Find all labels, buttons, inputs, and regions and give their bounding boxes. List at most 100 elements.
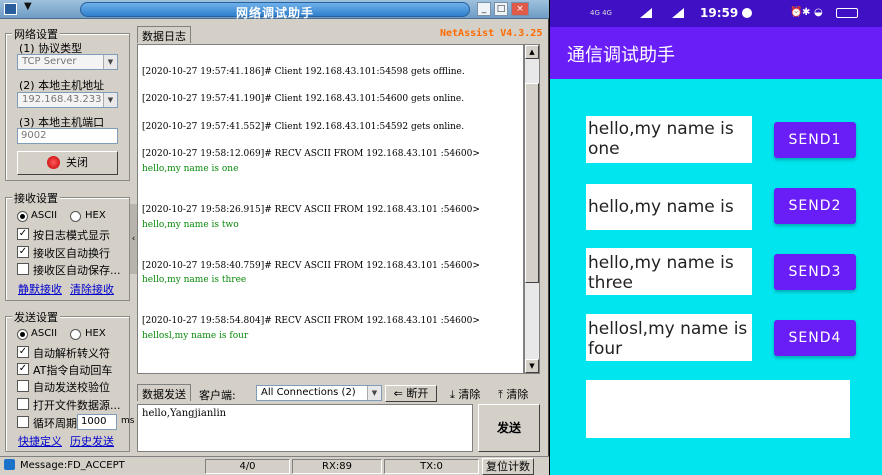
close-window-icon[interactable]: × <box>511 2 529 16</box>
recv-autosave-label: 接收区自动保存... <box>33 264 121 277</box>
recv-ascii-label: ASCII <box>31 210 58 221</box>
send-button[interactable]: 发送 <box>478 404 540 452</box>
title-bar[interactable]: ▼ 网络调试助手 _ □ × <box>0 0 549 20</box>
bluetooth-icon: ✱ <box>802 7 811 18</box>
port-input[interactable]: 9002 <box>17 128 118 144</box>
host-select[interactable]: 192.168.43.233 ▼ <box>17 92 118 108</box>
panel-collapse-handle[interactable]: ‹ <box>130 204 137 274</box>
chevron-down-icon[interactable]: ▼ <box>367 386 381 400</box>
cycle-period-input[interactable]: 1000 <box>77 414 117 430</box>
scroll-down-icon[interactable]: ▼ <box>525 359 539 373</box>
recv-wrap-label: 接收区自动换行 <box>33 247 110 260</box>
log-line: [2020-10-27 19:58:54.804]# RECV ASCII FR… <box>142 316 480 326</box>
recv-autosave-checkbox[interactable] <box>17 263 29 275</box>
clear-send-button[interactable]: ⤓ 清除 <box>450 386 480 402</box>
file-source-checkbox[interactable] <box>17 398 29 410</box>
battery-icon <box>836 8 858 18</box>
client-select[interactable]: All Connections (2) ▼ <box>256 385 382 401</box>
minimize-icon[interactable]: _ <box>477 2 491 16</box>
arrow-down-icon: ⤓ <box>450 388 455 401</box>
log-line: [2020-10-27 19:57:41.552]# Client 192.16… <box>142 122 465 132</box>
status-rx: RX:89 <box>292 459 382 474</box>
send3-button[interactable]: SEND3 <box>774 254 856 290</box>
mute-receive-link[interactable]: 静默接收 <box>18 281 62 297</box>
send2-button[interactable]: SEND2 <box>774 188 856 224</box>
clear-history-label: 清除 <box>506 388 529 401</box>
host-value: 192.168.43.233 <box>22 94 102 105</box>
log-line: [2020-10-27 19:58:26.915]# RECV ASCII FR… <box>142 205 480 215</box>
status-icon <box>4 459 15 470</box>
file-source-label: 打开文件数据源... <box>33 399 121 412</box>
status-bar: Message:FD_ACCEPT 4/0 RX:89 TX:0 复位计数 <box>0 456 549 475</box>
scroll-up-icon[interactable]: ▲ <box>525 45 539 59</box>
status-count: 4/0 <box>205 459 290 474</box>
tab-data-send[interactable]: 数据发送 <box>137 384 191 401</box>
escape-label: 自动解析转义符 <box>33 347 110 360</box>
send1-button[interactable]: SEND1 <box>774 122 856 158</box>
app-icon[interactable] <box>4 3 17 15</box>
recv-ascii-radio[interactable] <box>17 211 28 222</box>
tab-data-log[interactable]: 数据日志 <box>137 26 191 43</box>
red-indicator-icon <box>47 156 60 169</box>
signal-icon <box>672 8 684 18</box>
window-title: 网络调试助手 <box>235 6 314 20</box>
recv-log-mode-checkbox[interactable]: ✓ <box>17 228 29 240</box>
cycle-checkbox[interactable] <box>17 416 29 428</box>
brand-label: NetAssist V4.3.25 <box>440 28 543 39</box>
receive-settings-label: 接收设置 <box>12 190 60 206</box>
reset-count-button[interactable]: 复位计数 <box>482 458 534 475</box>
client-label: 客户端: <box>199 389 236 402</box>
data-log-area[interactable]: [2020-10-27 19:57:41.186]# Client 192.16… <box>137 44 524 374</box>
maximize-icon[interactable]: □ <box>494 2 508 16</box>
send4-button[interactable]: SEND4 <box>774 320 856 356</box>
phone-input-field[interactable] <box>586 380 850 438</box>
arrow-up-icon: ⤒ <box>498 388 503 401</box>
chevron-down-icon[interactable]: ▼ <box>103 93 117 107</box>
app-title: 通信调试助手 <box>567 45 675 66</box>
log-line: [2020-10-27 19:57:41.186]# Client 192.16… <box>142 67 465 77</box>
wifi-icon: ◒ <box>814 7 823 18</box>
recv-hex-radio[interactable] <box>70 211 81 222</box>
disconnect-button[interactable]: ⇐ 断开 <box>385 385 437 402</box>
send-text-input[interactable]: hello,Yangjianlin <box>137 404 473 452</box>
phone-status-bar: 4G 4G 19:59 ⏰ ✱ ◒ <box>550 0 882 27</box>
system-menu-arrow-icon[interactable]: ▼ <box>24 1 32 12</box>
message-field-4[interactable]: hellosl,my name is four <box>586 314 752 361</box>
clear-history-button[interactable]: ⤒ 清除 <box>498 386 528 402</box>
checksum-label: 自动发送校验位 <box>33 381 110 394</box>
send-history-link[interactable]: 历史发送 <box>70 433 114 449</box>
recv-hex-label: HEX <box>85 210 106 221</box>
message-field-1[interactable]: hello,my name is one <box>586 116 752 163</box>
recv-wrap-checkbox[interactable]: ✓ <box>17 246 29 258</box>
phone-time: 19:59 <box>700 6 739 20</box>
protocol-select[interactable]: TCP Server ▼ <box>17 54 118 70</box>
clear-receive-link[interactable]: 清除接收 <box>70 281 114 297</box>
at-cr-label: AT指令自动回车 <box>33 364 113 377</box>
scroll-thumb[interactable] <box>525 83 539 283</box>
signal-icon <box>640 8 652 18</box>
log-line: hello,my name is one <box>142 164 239 174</box>
log-line: [2020-10-27 19:57:41.190]# Client 192.16… <box>142 94 465 104</box>
send-ascii-radio[interactable] <box>17 329 28 340</box>
chevron-down-icon[interactable]: ▼ <box>103 55 117 69</box>
message-field-3[interactable]: hello,my name is three <box>586 248 752 295</box>
shortcut-define-link[interactable]: 快捷定义 <box>18 433 62 449</box>
status-message: Message:FD_ACCEPT <box>20 460 125 471</box>
log-scrollbar[interactable]: ▲ ▼ <box>524 44 540 374</box>
log-line: [2020-10-27 19:58:12.069]# RECV ASCII FR… <box>142 149 480 159</box>
escape-checkbox[interactable]: ✓ <box>17 346 29 358</box>
send-ascii-label: ASCII <box>31 328 58 339</box>
network-indicator: 4G 4G <box>590 9 612 17</box>
close-connection-button[interactable]: 关闭 <box>17 151 118 175</box>
status-tx: TX:0 <box>384 459 479 474</box>
checksum-checkbox[interactable] <box>17 380 29 392</box>
alarm-icon: ⏰ <box>790 7 803 18</box>
phone-screen: 4G 4G 19:59 ⏰ ✱ ◒ 通信调试助手 hello,my name i… <box>550 0 882 475</box>
clear-send-label: 清除 <box>458 388 481 401</box>
at-cr-checkbox[interactable]: ✓ <box>17 363 29 375</box>
log-line: hello,my name is two <box>142 220 239 230</box>
send-hex-radio[interactable] <box>70 329 81 340</box>
message-field-2[interactable]: hello,my name is two <box>586 184 752 230</box>
close-button-label: 关闭 <box>66 156 88 169</box>
notification-icon <box>742 8 752 18</box>
